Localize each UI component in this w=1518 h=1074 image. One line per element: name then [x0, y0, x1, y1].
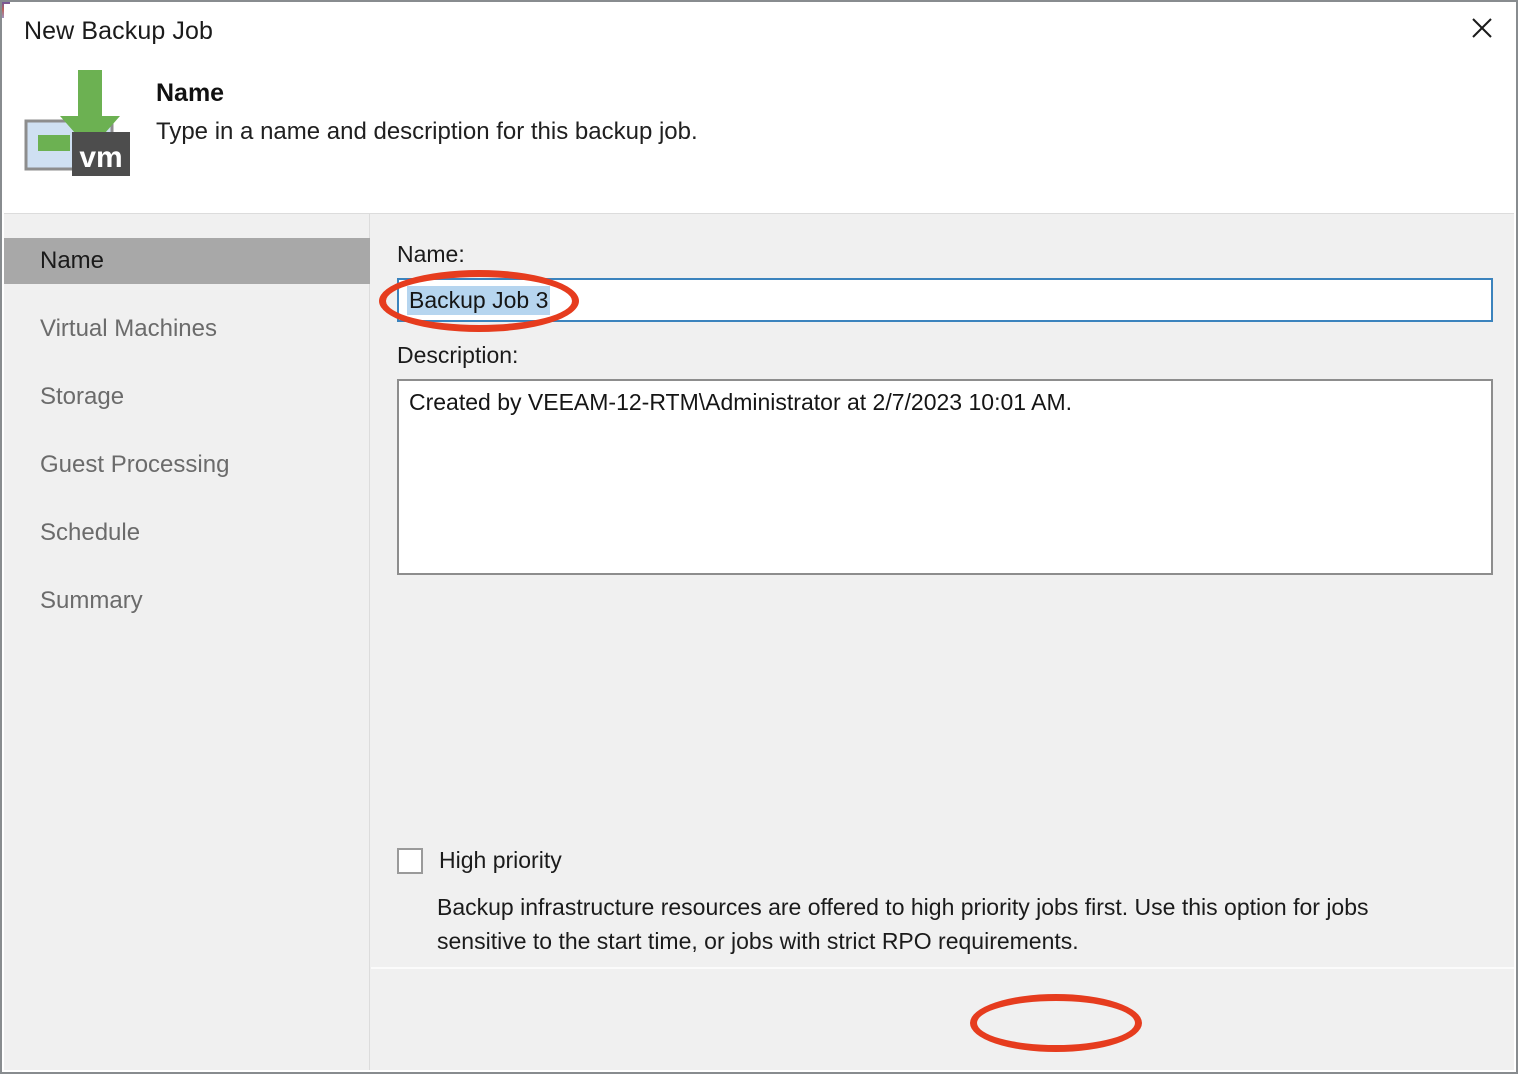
close-icon[interactable]	[1450, 4, 1514, 52]
sidebar-item-guest-processing[interactable]: Guest Processing	[4, 442, 370, 488]
description-field-label: Description:	[397, 342, 519, 368]
header-subtitle: Type in a name and description for this …	[156, 118, 698, 145]
new-backup-job-dialog: New Backup Job vm Name Type in a name an…	[0, 0, 1518, 1074]
dialog-body: Name Virtual Machines Storage Guest Proc…	[4, 214, 1514, 1070]
sidebar-item-label: Name	[40, 247, 105, 274]
sidebar-item-name[interactable]: Name	[4, 238, 370, 284]
window-title: New Backup Job	[24, 17, 213, 45]
sidebar-item-virtual-machines[interactable]: Virtual Machines	[4, 306, 370, 352]
sidebar-item-label: Virtual Machines	[40, 315, 217, 342]
sidebar-item-summary[interactable]: Summary	[4, 578, 370, 624]
description-input-value: Created by VEEAM-12-RTM\Administrator at…	[409, 389, 1073, 415]
high-priority-description: Backup infrastructure resources are offe…	[437, 894, 1369, 954]
svg-text:vm: vm	[79, 141, 122, 174]
sidebar-item-label: Summary	[40, 587, 143, 614]
wizard-main-pane: Name: Backup Job 3 Description: Created …	[371, 214, 1514, 1070]
header-title: Name	[156, 79, 225, 107]
title-bar: New Backup Job	[4, 4, 1514, 59]
sidebar-item-label: Guest Processing	[40, 451, 230, 478]
vm-backup-icon: vm	[20, 64, 132, 176]
name-input[interactable]: Backup Job 3	[397, 278, 1493, 322]
sidebar-item-storage[interactable]: Storage	[4, 374, 370, 420]
wizard-header: vm Name Type in a name and description f…	[4, 59, 1514, 213]
sidebar-item-label: Storage	[40, 383, 125, 410]
checkbox-box-icon	[397, 847, 423, 874]
sidebar-item-schedule[interactable]: Schedule	[4, 510, 370, 556]
name-field-label: Name:	[397, 241, 465, 267]
wizard-steps-sidebar: Name Virtual Machines Storage Guest Proc…	[4, 214, 370, 1070]
high-priority-label: High priority	[439, 847, 562, 873]
sidebar-item-label: Schedule	[40, 519, 141, 546]
name-input-value: Backup Job 3	[407, 285, 551, 315]
description-input[interactable]: Created by VEEAM-12-RTM\Administrator at…	[397, 379, 1493, 575]
dialog-footer: < Previous Next > Finish Cancel	[371, 969, 1514, 1070]
high-priority-checkbox[interactable]: High priority	[397, 847, 562, 874]
